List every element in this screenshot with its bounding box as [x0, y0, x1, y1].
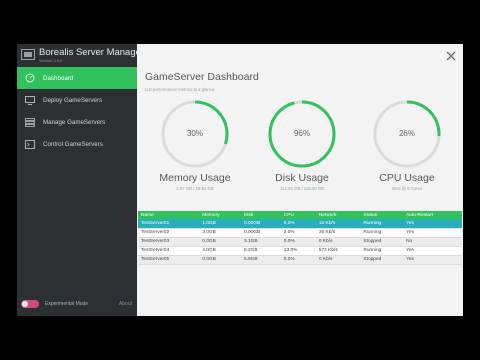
sidebar-item-label: Dashboard — [43, 74, 74, 82]
sidebar-item-label: Deploy GameServers — [43, 96, 103, 104]
table-cell: 0 Kb/s — [315, 237, 361, 247]
table-cell: Running — [360, 228, 404, 238]
table-cell: 0.0% — [280, 237, 316, 247]
column-header[interactable]: Network — [315, 211, 361, 219]
disk-gauge-label: Disk Usage — [275, 172, 329, 184]
table-cell: 2.0% — [280, 228, 316, 238]
sidebar-nav: Dashboard Deploy GameServers Manage Game… — [17, 67, 137, 155]
memory-gauge-value: 30% — [186, 129, 203, 138]
brand: Borealis Server Manager Version 0.5.0 — [21, 47, 144, 67]
table-cell: 0.0% — [280, 219, 316, 229]
about-link[interactable]: About — [119, 301, 132, 307]
table-cell: 5.9GB — [240, 255, 281, 265]
column-header[interactable]: Status — [360, 211, 404, 219]
cpu-gauge-value: 26% — [398, 129, 415, 138]
experimental-mode-toggle[interactable] — [21, 300, 39, 308]
server-list-icon — [17, 111, 43, 133]
servers-table: Name Memory Disk CPU Network Status Auto-Resta… — [138, 211, 462, 265]
sidebar-item-manage[interactable]: Manage GameServers — [17, 111, 137, 133]
column-header[interactable]: Disk — [240, 211, 281, 219]
table-cell: 0.0GB — [199, 237, 241, 247]
table-cell: TestServer02 — [138, 228, 200, 238]
page-subtitle: List performance metrics at a glance. — [145, 87, 216, 92]
table-cell: 36 Kb/s — [315, 228, 361, 238]
table-cell: Yes — [403, 228, 462, 238]
table-cell: 4.0GB — [199, 246, 241, 256]
table-row[interactable]: TestServer02 3.0GB 0.00GB 2.0% 36 Kb/s Runnin… — [138, 228, 462, 238]
monitor-icon — [17, 89, 43, 111]
table-cell: Running — [360, 219, 404, 229]
sidebar-item-control[interactable]: Control GameServers — [17, 133, 137, 155]
close-icon[interactable] — [445, 49, 457, 61]
table-row[interactable]: TestServer04 4.0GB 8.2GB 13.0% 572 Kb/s Runni… — [138, 246, 462, 256]
column-header[interactable]: Memory — [199, 211, 241, 219]
sidebar-item-label: Manage GameServers — [43, 118, 106, 126]
experimental-mode-row: Experimental Mode About — [21, 300, 137, 308]
table-cell: 0 Kb/s — [315, 255, 361, 265]
main-panel: GameServer Dashboard List performance me… — [137, 44, 463, 316]
table-cell: Yes — [403, 255, 462, 265]
table-cell: 8.2GB — [240, 246, 281, 256]
memory-gauge-detail: 4.97 GB / 15.91 GB — [176, 186, 214, 191]
sidebar-item-dashboard[interactable]: Dashboard — [17, 67, 137, 89]
table-cell: Stopped — [360, 237, 404, 247]
cpu-gauge-label: CPU Usage — [379, 172, 435, 184]
memory-gauge: 30% Memory Usage 4.97 GB / 15.91 GB — [155, 99, 235, 191]
sidebar: Borealis Server Manager Version 0.5.0 Da… — [17, 44, 144, 316]
gauge-icon — [17, 67, 43, 89]
table-cell: TestServer04 — [138, 246, 200, 256]
table-cell: Stopped — [360, 255, 404, 265]
table-cell: Yes — [403, 246, 462, 256]
table-header-row: Name Memory Disk CPU Network Status Auto-Resta… — [138, 211, 462, 219]
table-cell: TestServer03 — [138, 237, 200, 247]
memory-gauge-label: Memory Usage — [159, 172, 231, 184]
page-title: GameServer Dashboard — [145, 71, 259, 83]
table-row[interactable]: TestServer03 0.0GB 3.1GB 0.0% 0 Kb/s Stopped N… — [138, 237, 462, 247]
app-title: Borealis Server Manager — [39, 47, 145, 58]
experimental-mode-label: Experimental Mode — [45, 301, 89, 307]
disk-gauge-value: 96% — [293, 129, 310, 138]
table-cell: Yes — [403, 219, 462, 229]
column-header[interactable]: CPU — [280, 211, 316, 219]
table-cell: 15 Kb/s — [315, 219, 361, 229]
table-cell: 0.0% — [280, 255, 316, 265]
app-version: Version 0.5.0 — [39, 58, 63, 63]
table-cell: 1.0GB — [199, 219, 241, 229]
cpu-gauge-detail: 26% @ 8 Cores — [391, 186, 423, 191]
column-header[interactable]: Name — [138, 211, 200, 219]
column-header[interactable]: Auto-Restart — [403, 211, 462, 219]
table-cell: No — [403, 237, 462, 247]
app-window: Borealis Server Manager Version 0.5.0 Da… — [17, 44, 463, 316]
table-cell: TestServer01 — [138, 219, 200, 229]
table-row[interactable]: TestServer05 0.0GB 5.9GB 0.0% 0 Kb/s Stopped Y… — [138, 255, 462, 265]
table-cell: 0.00GB — [240, 228, 281, 238]
server-logo-icon — [21, 49, 35, 60]
console-icon — [17, 133, 43, 155]
disk-gauge-detail: 114.05 GB / 118.00 GB — [279, 186, 325, 191]
table-cell: 0.0GB — [199, 255, 241, 265]
table-cell: 3.1GB — [240, 237, 281, 247]
table-cell: 572 Kb/s — [315, 246, 361, 256]
disk-gauge: 96% Disk Usage 114.05 GB / 118.00 GB — [262, 99, 342, 191]
table-cell: 13.0% — [280, 246, 316, 256]
sidebar-item-label: Control GameServers — [43, 140, 103, 148]
table-cell: 3.0GB — [199, 228, 241, 238]
sidebar-item-deploy[interactable]: Deploy GameServers — [17, 89, 137, 111]
table-cell: TestServer05 — [138, 255, 200, 265]
table-row[interactable]: TestServer01 1.0GB 0.00GB 0.0% 15 Kb/s Runnin… — [138, 219, 462, 229]
table-cell: Running — [360, 246, 404, 256]
table-cell: 0.00GB — [240, 219, 281, 229]
cpu-gauge: 26% CPU Usage 26% @ 8 Cores — [367, 99, 447, 191]
